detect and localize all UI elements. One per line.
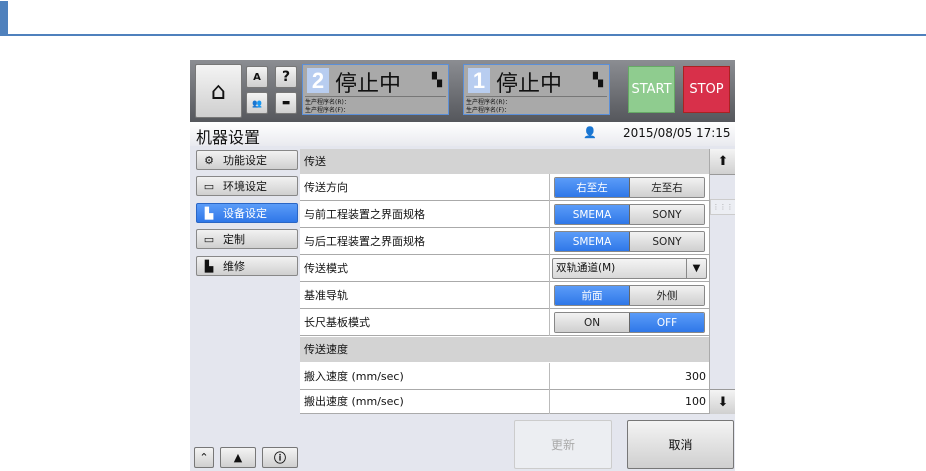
machine-screen: ⌂ A ? 👥 ▬ 2 停止中 ▚ 生产程序名(R)： 生产程序名(F)： 1 停… — [190, 60, 735, 471]
arrow-down-icon: ⬇ — [717, 395, 729, 410]
stop-button[interactable]: STOP — [683, 66, 730, 113]
page-title: 机器设置 — [196, 128, 261, 147]
arrow-up-icon: ⬆ — [717, 154, 729, 169]
warning-icon: ▲ — [233, 451, 243, 464]
station-2-status[interactable]: 2 停止中 ▚ 生产程序名(R)： 生产程序名(F)： — [302, 64, 449, 115]
info-button[interactable]: ⓘ — [262, 447, 298, 468]
scroll-down-button[interactable]: ⬇ — [710, 389, 735, 414]
top-bar: ⌂ A ? 👥 ▬ 2 停止中 ▚ 生产程序名(R)： 生产程序名(F)： 1 停… — [190, 60, 735, 122]
upstream-interface-toggle[interactable]: SMEMA SONY — [554, 204, 705, 225]
chevron-down-icon: ▼ — [686, 259, 706, 278]
network-button[interactable]: ▬ — [275, 92, 297, 114]
machine-settings-icon: ▙ — [204, 206, 214, 220]
table-row: 搬入速度 (mm/sec) 300 — [300, 363, 709, 390]
language-icon: A — [253, 71, 261, 83]
production-icon: ▚ — [593, 73, 603, 88]
help-button[interactable]: ? — [275, 66, 297, 88]
settings-table: 传送 传送方向 右至左 左至右 与前工程装置之界面规格 SMEMA SONY 与后工程装… — [300, 149, 709, 414]
cancel-button[interactable]: 取消 — [627, 420, 734, 469]
sidebar-item-environment[interactable]: ▭ 环境设定 — [196, 176, 298, 196]
double-chevron-up-icon: ⌃ — [199, 451, 209, 464]
language-button[interactable]: A — [246, 66, 268, 88]
users-button[interactable]: 👥 — [246, 92, 268, 114]
table-row: 与前工程装置之界面规格 SMEMA SONY — [300, 201, 709, 228]
load-speed-field[interactable]: 300 — [549, 363, 709, 390]
update-button[interactable]: 更新 — [514, 420, 612, 469]
table-row: 传送方向 右至左 左至右 — [300, 174, 709, 201]
table-row: 基准导轨 前面 外侧 — [300, 282, 709, 309]
table-row: 与后工程装置之界面规格 SMEMA SONY — [300, 228, 709, 255]
station-1-status[interactable]: 1 停止中 ▚ 生产程序名(R)： 生产程序名(F)： — [463, 64, 610, 115]
sidebar-item-device[interactable]: ▙ 设备设定 — [196, 203, 298, 223]
table-row: 搬出速度 (mm/sec) 100 — [300, 390, 709, 414]
customize-icon: ▭ — [203, 232, 215, 246]
title-bar: 机器设置 👤 2015/08/05 17:15 — [190, 122, 735, 147]
scroll-up-button[interactable]: ⬆ — [710, 149, 735, 175]
sidebar-item-function[interactable]: ⚙ 功能设定 — [196, 150, 298, 170]
gear-refresh-icon: ⚙ — [204, 153, 214, 167]
section-header: 传送速度 — [300, 337, 709, 362]
users-icon: 👥 — [252, 98, 262, 108]
maintenance-icon: ▙ — [204, 259, 214, 273]
start-button[interactable]: START — [628, 66, 675, 113]
section-header: 传送 — [300, 149, 709, 174]
datetime: 2015/08/05 17:15 — [623, 126, 731, 140]
table-row: 长尺基板模式 ON OFF — [300, 309, 709, 336]
expand-button[interactable]: ⌃ — [194, 447, 214, 468]
home-icon: ⌂ — [210, 77, 227, 105]
table-row: 传送模式 双轨通道(M) ▼ — [300, 255, 709, 282]
downstream-interface-toggle[interactable]: SMEMA SONY — [554, 231, 705, 252]
network-icon: ▬ — [281, 98, 291, 108]
home-button[interactable]: ⌂ — [195, 64, 242, 118]
header-line — [0, 34, 926, 36]
unload-speed-field[interactable]: 100 — [549, 390, 709, 414]
header-accent — [0, 1, 8, 36]
sidebar-item-maintenance[interactable]: ▙ 维修 — [196, 256, 298, 276]
monitor-settings-icon: ▭ — [203, 179, 215, 193]
sidebar-item-custom[interactable]: ▭ 定制 — [196, 229, 298, 249]
scrollbar[interactable]: ⬆ ⋮⋮⋮ ⬇ — [709, 149, 735, 414]
long-board-toggle[interactable]: ON OFF — [554, 312, 705, 333]
production-icon: ▚ — [432, 73, 442, 88]
reference-rail-toggle[interactable]: 前面 外侧 — [554, 285, 705, 306]
alarm-button[interactable]: ▲ — [220, 447, 256, 468]
info-icon: ⓘ — [273, 451, 286, 465]
direction-toggle[interactable]: 右至左 左至右 — [554, 177, 705, 198]
transfer-mode-select[interactable]: 双轨通道(M) ▼ — [552, 258, 707, 279]
user-icon: 👤 — [583, 126, 597, 139]
scroll-thumb[interactable]: ⋮⋮⋮ — [710, 199, 735, 215]
